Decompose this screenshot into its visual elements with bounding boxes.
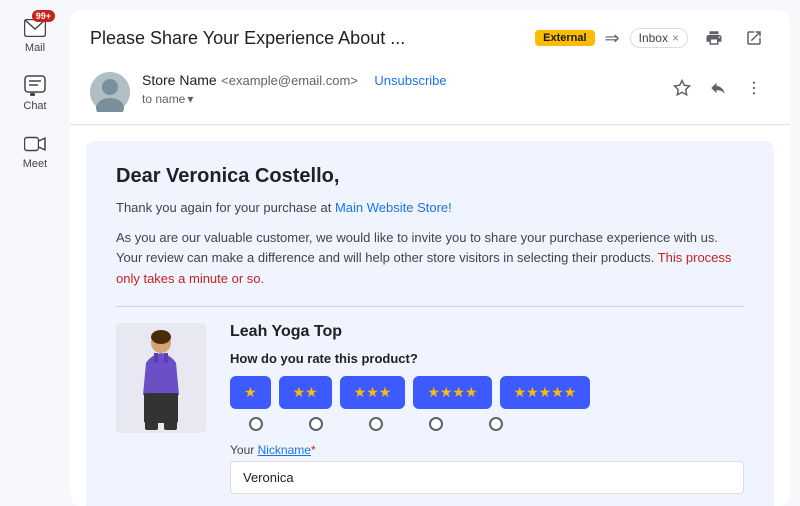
email-main: Please Share Your Experience About ... E…: [70, 0, 800, 506]
email-content: Dear Veronica Costello, Thank you again …: [86, 141, 774, 506]
email-body: Dear Veronica Costello, Thank you again …: [70, 125, 790, 506]
greeting: Dear Veronica Costello,: [116, 165, 744, 188]
sidebar-item-mail[interactable]: 99+ Mail: [5, 10, 65, 60]
meet-icon: [23, 132, 47, 156]
product-image: [116, 323, 206, 433]
star-button[interactable]: [666, 72, 698, 104]
tag-external: External: [535, 30, 594, 46]
radio-row: [230, 417, 744, 431]
sender-actions: [666, 72, 770, 104]
intro-text: Thank you again for your purchase at Mai…: [116, 198, 744, 218]
tag-inbox[interactable]: Inbox ×: [630, 28, 688, 48]
to-name[interactable]: to name ▾: [142, 92, 654, 106]
nickname-input[interactable]: [230, 461, 744, 494]
reply-button[interactable]: [702, 72, 734, 104]
star-btn-1[interactable]: ★: [230, 376, 271, 409]
radio-1[interactable]: [230, 417, 282, 431]
avatar: [90, 72, 130, 112]
sender-name: Store Name: [142, 72, 217, 88]
unsubscribe-link[interactable]: Unsubscribe: [374, 73, 446, 88]
chevron-down-icon: ▾: [187, 92, 193, 106]
sidebar: 99+ Mail Chat Meet: [0, 0, 70, 506]
email-title: Please Share Your Experience About ...: [90, 28, 525, 49]
main-website-link[interactable]: Main Website Store!: [335, 200, 452, 215]
product-name: Leah Yoga Top: [230, 323, 744, 341]
product-info: Leah Yoga Top How do you rate this produ…: [230, 323, 744, 506]
inbox-tag-close[interactable]: ×: [672, 31, 679, 45]
radio-2[interactable]: [290, 417, 342, 431]
sender-row: Store Name <example@email.com> Unsubscri…: [90, 62, 770, 124]
chat-icon: [23, 74, 47, 98]
sender-info: Store Name <example@email.com> Unsubscri…: [142, 72, 654, 106]
star-btn-4[interactable]: ★★★★: [413, 376, 491, 409]
mail-icon: 99+: [23, 16, 47, 40]
radio-5[interactable]: [470, 417, 522, 431]
sender-name-row: Store Name <example@email.com> Unsubscri…: [142, 72, 654, 90]
header-actions: [698, 22, 770, 54]
stars-row: ★ ★★ ★★★ ★★★★ ★★★★★: [230, 376, 744, 409]
section-divider: [116, 306, 744, 307]
mail-label: Mail: [25, 42, 45, 54]
rate-question: How do you rate this product?: [230, 351, 744, 366]
sidebar-item-meet[interactable]: Meet: [5, 126, 65, 176]
print-button[interactable]: [698, 22, 730, 54]
nickname-label: Your Nickname*: [230, 443, 744, 457]
open-new-tab-button[interactable]: [738, 22, 770, 54]
body-text: As you are our valuable customer, we wou…: [116, 228, 744, 290]
star-btn-3[interactable]: ★★★: [340, 376, 406, 409]
radio-3[interactable]: [350, 417, 402, 431]
nickname-section: Your Nickname*: [230, 443, 744, 494]
meet-label: Meet: [23, 158, 47, 170]
chat-label: Chat: [23, 100, 46, 112]
product-section: Leah Yoga Top How do you rate this produ…: [116, 323, 744, 506]
email-header: Please Share Your Experience About ... E…: [70, 10, 790, 125]
redirect-icon: ⇒: [605, 28, 620, 49]
sidebar-item-chat[interactable]: Chat: [5, 68, 65, 118]
more-options-button[interactable]: [738, 72, 770, 104]
sender-email: <example@email.com>: [221, 73, 358, 88]
email-title-row: Please Share Your Experience About ... E…: [90, 22, 770, 54]
star-btn-2[interactable]: ★★: [279, 376, 332, 409]
star-btn-5[interactable]: ★★★★★: [500, 376, 591, 409]
radio-4[interactable]: [410, 417, 462, 431]
mail-badge: 99+: [32, 10, 55, 22]
